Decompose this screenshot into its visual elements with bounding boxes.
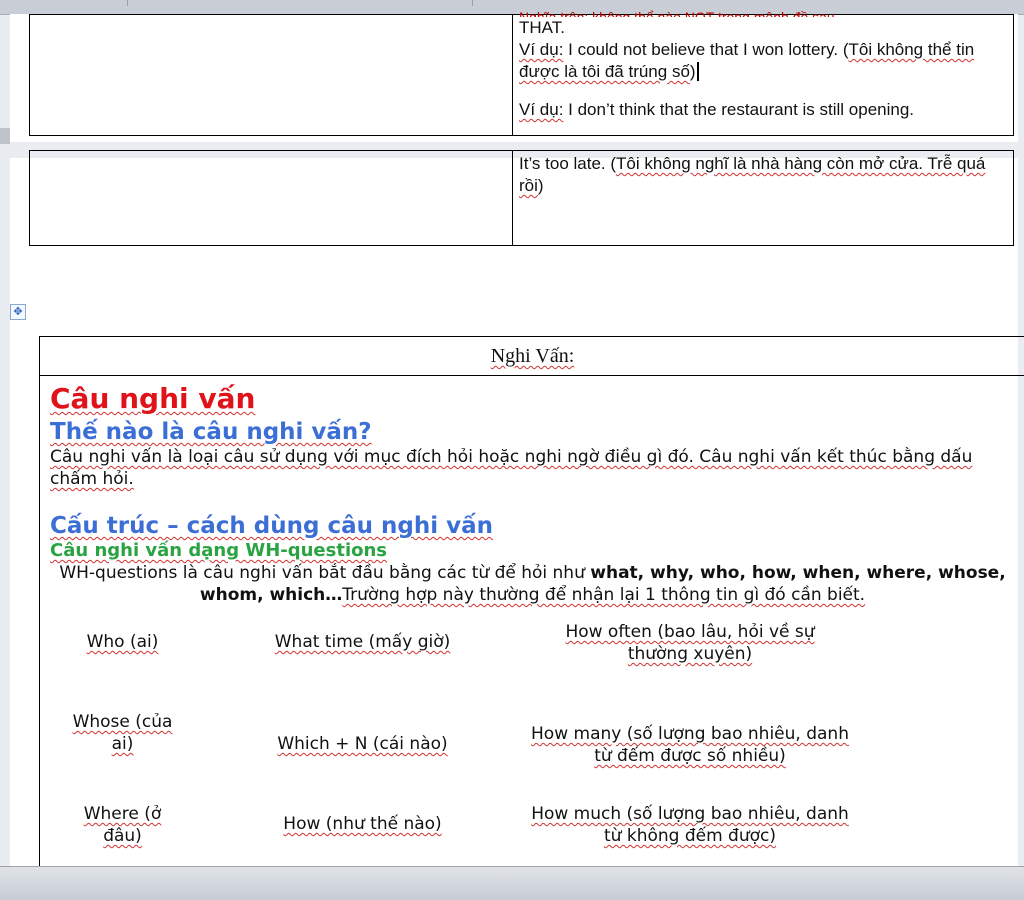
table-content[interactable]: Câu nghi vấn Thế nào là câu nghi vấn? Câ… [40, 376, 1024, 612]
grid-cell: How many (số lượng bao nhiêu, danh từ đế… [531, 724, 849, 766]
grid-cell: What time (mấy giờ) [274, 632, 451, 652]
page-break-margin [0, 128, 10, 144]
question-heading: Thế nào là câu nghi vấn? [50, 419, 372, 445]
table-cell[interactable]: It’s too late. (Tôi không nghĩ là nhà hà… [512, 150, 1014, 246]
grid-cell: Where (ở đâu) [83, 804, 162, 846]
grid-cell: Who (ai) [86, 632, 159, 652]
document-page[interactable]: Nghĩa trên: không thể nào NOT trong mệnh… [10, 10, 1024, 881]
cut-line: Nghĩa trên: không thể nào NOT trong mệnh… [519, 10, 1007, 17]
interrogative-table: Nghi Vấn: Câu nghi vấn Thế nào là câu ng… [39, 336, 1024, 881]
table-move-icon[interactable]: ✥ [10, 304, 26, 320]
top-table: Nghĩa trên: không thể nào NOT trong mệnh… [29, 10, 1014, 136]
ruler-divider [127, 0, 128, 6]
grid-cell: Whose (của ai) [72, 712, 173, 754]
example-2: Ví dụ: I don’t think that the restaurant… [519, 100, 915, 119]
table-header[interactable]: Nghi Vấn: [40, 337, 1024, 376]
status-bar [0, 866, 1024, 900]
second-table: It’s too late. (Tôi không nghĩ là nhà hà… [29, 150, 1014, 246]
ruler-divider [472, 0, 473, 6]
text-line: THAT. [519, 18, 565, 37]
wh-intro: WH-questions là câu nghi vấn bắt đầu bằn… [59, 563, 1006, 605]
section-title: Câu nghi vấn [50, 382, 256, 415]
example-1: Ví dụ: I could not believe that I won lo… [519, 40, 975, 81]
structure-heading: Cấu trúc – cách dùng câu nghi vấn [50, 513, 494, 539]
definition-text: Câu nghi vấn là loại câu sử dụng với mục… [50, 447, 973, 489]
text-cursor [696, 62, 699, 81]
wh-heading: Câu nghi vấn dạng WH-questions [50, 540, 388, 561]
grid-cell: How (như thế nào) [283, 814, 442, 834]
grid-cell: How much (số lượng bao nhiêu, danh từ kh… [531, 804, 849, 846]
table-cell[interactable] [29, 14, 513, 136]
grid-cell: How often (bao lâu, hỏi về sự thường xuy… [565, 622, 815, 664]
table-cell[interactable] [29, 150, 513, 246]
table-cell[interactable]: Nghĩa trên: không thể nào NOT trong mệnh… [512, 10, 1014, 136]
grid-cell: Which + N (cái nào) [277, 734, 448, 754]
